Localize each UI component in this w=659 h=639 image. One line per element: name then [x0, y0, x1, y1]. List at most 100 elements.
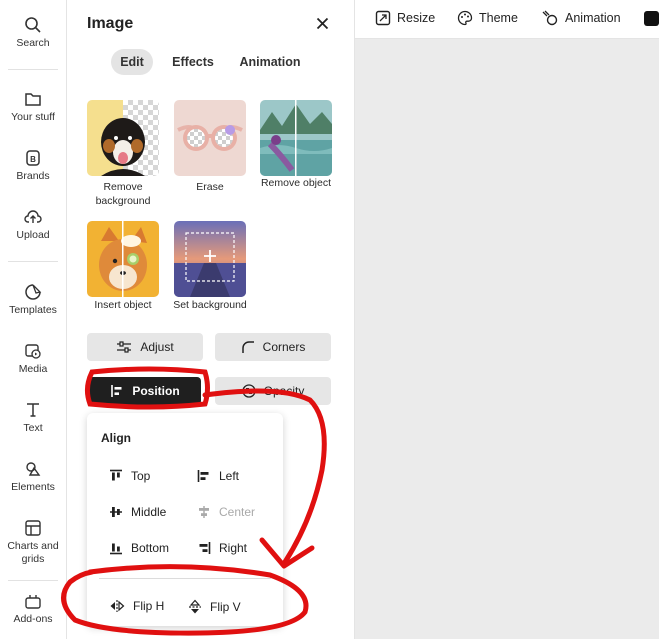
- tool-label: Erase: [196, 181, 224, 193]
- rail-label: Add-ons: [13, 613, 53, 625]
- rail-your-stuff[interactable]: Your stuff: [0, 90, 66, 123]
- set-background-tool[interactable]: [174, 221, 246, 297]
- tab-edit[interactable]: Edit: [111, 49, 153, 75]
- remove-object-tool[interactable]: [260, 100, 332, 176]
- rail-divider: [8, 261, 58, 262]
- color-swatch[interactable]: [644, 11, 659, 26]
- brand-icon: B: [26, 150, 40, 166]
- flip-horizontal-icon: [110, 600, 125, 612]
- flip-h-label: Flip H: [133, 599, 165, 613]
- road-image: [174, 221, 246, 297]
- remove-background-tool[interactable]: [87, 100, 159, 176]
- rail-label: Search: [16, 37, 50, 49]
- rail-label: Text: [23, 422, 43, 434]
- templates-icon: [25, 284, 42, 300]
- adjust-label: Adjust: [140, 340, 174, 354]
- rail-brands[interactable]: B Brands: [0, 149, 66, 182]
- text-icon: [27, 403, 39, 417]
- tab-animation[interactable]: Animation: [237, 49, 303, 75]
- align-bottom-label: Bottom: [131, 541, 170, 555]
- theme-label: Theme: [479, 11, 518, 25]
- search-icon: [25, 17, 41, 33]
- opacity-button[interactable]: Opacity: [215, 377, 331, 405]
- tool-label: Remove background: [95, 181, 151, 207]
- rail-label: Media: [18, 363, 48, 375]
- tool-label: Insert object: [94, 299, 152, 311]
- elements-icon: [26, 462, 41, 476]
- close-icon[interactable]: [316, 17, 329, 30]
- corners-button[interactable]: Corners: [215, 333, 331, 361]
- sliders-icon: [117, 341, 132, 353]
- svg-text:B: B: [30, 155, 36, 164]
- align-right-label: Right: [219, 541, 248, 555]
- position-label: Position: [132, 384, 180, 398]
- rail-upload[interactable]: Upload: [0, 208, 66, 241]
- align-center-option[interactable]: Center: [197, 505, 255, 519]
- flip-vertical-icon: [189, 599, 201, 614]
- align-left-icon: [111, 385, 122, 397]
- align-bottom-option[interactable]: Bottom: [109, 541, 169, 555]
- align-left-label: Left: [219, 469, 240, 483]
- corner-icon: [241, 341, 254, 353]
- media-icon: [25, 344, 41, 359]
- position-button[interactable]: Position: [89, 377, 201, 405]
- dog-image: [101, 118, 145, 176]
- rail-label: Charts and grids: [7, 540, 59, 565]
- upload-icon: [24, 210, 42, 223]
- erase-tool[interactable]: [174, 100, 246, 176]
- tab-effects[interactable]: Effects: [170, 49, 216, 75]
- tool-label: Remove object: [260, 177, 332, 189]
- rail-text[interactable]: Text: [0, 401, 66, 434]
- rail-divider: [8, 580, 58, 581]
- animation-icon: [542, 10, 558, 26]
- resize-label: Resize: [397, 11, 436, 25]
- rail-label: Brands: [16, 170, 50, 182]
- align-center-label: Center: [219, 505, 256, 519]
- rail-addons[interactable]: Add-ons: [0, 592, 66, 625]
- rail-media[interactable]: Media: [0, 342, 66, 375]
- shiba-image: [99, 221, 147, 297]
- addons-icon: [25, 595, 41, 609]
- rail-templates[interactable]: Templates: [0, 283, 66, 316]
- flip-h-option[interactable]: Flip H: [109, 599, 164, 613]
- opacity-label: Opacity: [263, 384, 305, 398]
- palette-icon: [457, 10, 473, 26]
- insert-object-tool[interactable]: [87, 221, 159, 297]
- flip-v-option[interactable]: Flip V: [188, 599, 241, 615]
- align-bottom-icon: [110, 543, 122, 555]
- resize-button[interactable]: Resize: [375, 10, 435, 26]
- tool-label: Set background: [173, 299, 247, 311]
- align-top-option[interactable]: Top: [109, 469, 150, 483]
- panel-title: Image: [87, 15, 134, 32]
- align-right-option[interactable]: Right: [197, 541, 247, 555]
- rail-label: Your stuff: [11, 111, 55, 123]
- sunglasses-image: [177, 125, 243, 151]
- lake-image: [260, 100, 332, 176]
- popover-divider: [99, 578, 271, 579]
- resize-icon: [375, 10, 391, 26]
- left-rail: Search Your stuff B Brands Upload Templa…: [0, 0, 67, 639]
- align-middle-icon: [110, 507, 122, 517]
- rail-charts-grids[interactable]: Charts and grids: [0, 519, 66, 566]
- corners-label: Corners: [262, 340, 306, 354]
- align-top-label: Top: [131, 469, 151, 483]
- align-middle-option[interactable]: Middle: [109, 505, 166, 519]
- align-heading: Align: [101, 431, 131, 445]
- theme-button[interactable]: Theme: [457, 10, 518, 26]
- align-left-option[interactable]: Left: [197, 469, 239, 483]
- animation-button[interactable]: Animation: [541, 10, 621, 26]
- align-left-icon: [197, 470, 209, 482]
- align-center-icon: [199, 506, 209, 518]
- flip-v-label: Flip V: [210, 600, 241, 614]
- rail-label: Upload: [16, 229, 50, 241]
- align-top-icon: [110, 469, 122, 481]
- rail-divider: [8, 69, 58, 70]
- rail-label: Elements: [11, 481, 55, 493]
- opacity-icon: [242, 384, 256, 398]
- rail-label: Templates: [9, 304, 57, 316]
- align-right-icon: [199, 542, 211, 554]
- rail-elements[interactable]: Elements: [0, 460, 66, 493]
- folder-icon: [25, 93, 41, 106]
- adjust-button[interactable]: Adjust: [87, 333, 203, 361]
- rail-search[interactable]: Search: [0, 16, 66, 49]
